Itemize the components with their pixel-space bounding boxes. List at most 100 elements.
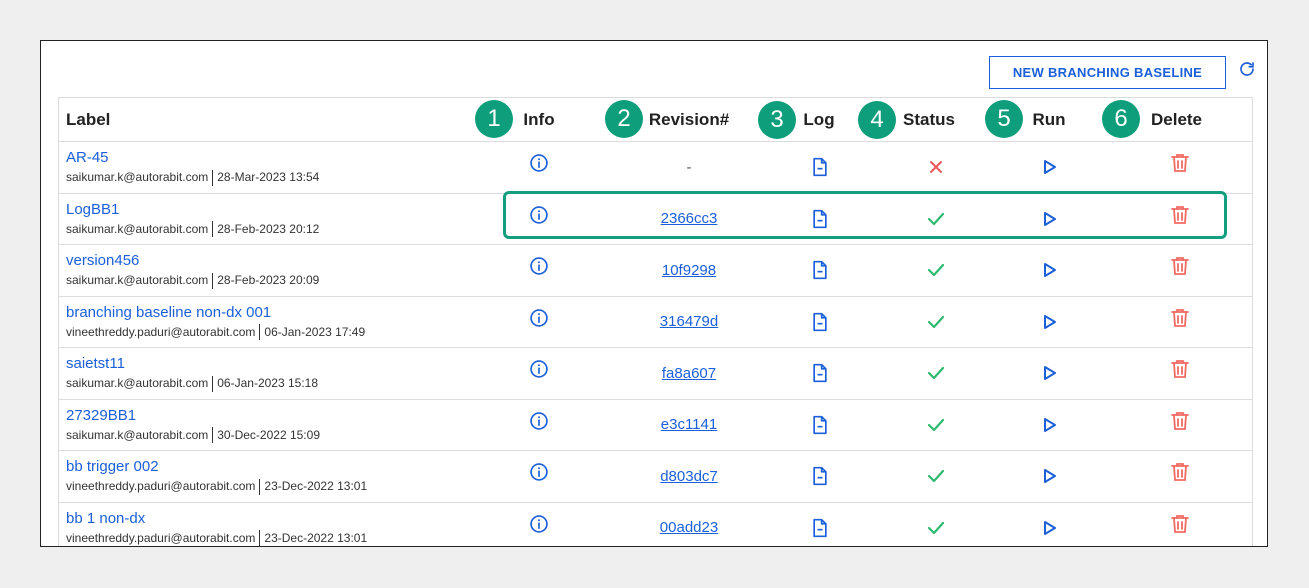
revision-link[interactable]: fa8a607 [662, 365, 716, 382]
column-header-label[interactable]: Label [66, 98, 266, 142]
meta-divider [212, 427, 214, 444]
label-cell: bb trigger 002 vineethreddy.paduri@autor… [66, 458, 367, 495]
info-icon[interactable] [519, 138, 559, 189]
info-icon[interactable] [519, 396, 559, 447]
meta-divider [259, 324, 261, 341]
revision-link[interactable]: 316479d [660, 313, 718, 330]
run-play-icon[interactable] [1037, 451, 1063, 502]
baseline-label-link[interactable]: AR-45 [66, 149, 319, 167]
revision-cell: d803dc7 [639, 451, 739, 502]
meta-divider [212, 272, 214, 289]
status-cell [921, 400, 951, 451]
baselines-table: Label Info Revision# Log Status Run Dele… [58, 97, 1253, 547]
baseline-meta: vineethreddy.paduri@autorabit.com 06-Jan-… [66, 323, 365, 341]
delete-trash-icon[interactable] [1167, 499, 1193, 547]
run-play-icon[interactable] [1037, 400, 1063, 451]
log-file-icon[interactable] [807, 142, 833, 193]
log-file-icon[interactable] [807, 297, 833, 348]
label-cell: saietst11 saikumar.k@autorabit.com 06-Jan… [66, 355, 318, 392]
delete-trash-icon[interactable] [1167, 190, 1193, 241]
baseline-label-link[interactable]: saietst11 [66, 355, 318, 373]
run-play-icon[interactable] [1037, 142, 1063, 193]
table-row: LogBB1 saikumar.k@autorabit.com 28-Feb-20… [59, 194, 1252, 245]
success-check-icon [927, 521, 945, 535]
info-icon[interactable] [519, 190, 559, 241]
log-file-icon[interactable] [807, 348, 833, 399]
baseline-date: 06-Jan-2023 15:18 [217, 376, 318, 390]
column-header-status: Status [903, 110, 955, 129]
run-play-icon[interactable] [1037, 503, 1063, 547]
callout-badge-3: 3 [758, 101, 796, 139]
meta-divider [259, 478, 261, 495]
baseline-meta: saikumar.k@autorabit.com 06-Jan-2023 15:1… [66, 374, 318, 392]
success-check-icon [927, 418, 945, 432]
baseline-meta: vineethreddy.paduri@autorabit.com 23-Dec-… [66, 477, 367, 495]
delete-trash-icon[interactable] [1167, 138, 1193, 189]
baseline-label-link[interactable]: LogBB1 [66, 201, 319, 219]
baseline-label-link[interactable]: 27329BB1 [66, 407, 320, 425]
status-cell [921, 503, 951, 547]
meta-divider [212, 375, 214, 392]
label-cell: version456 saikumar.k@autorabit.com 28-Fe… [66, 252, 319, 289]
baseline-label-link[interactable]: bb 1 non-dx [66, 510, 367, 528]
revision-cell: 00add23 [639, 503, 739, 547]
baseline-panel: NEW BRANCHING BASELINE Label Info Revisi… [40, 40, 1268, 547]
baseline-label-link[interactable]: bb trigger 002 [66, 458, 367, 476]
meta-divider [212, 169, 214, 186]
success-check-icon [927, 366, 945, 380]
baseline-date: 28-Feb-2023 20:12 [217, 221, 320, 236]
column-header-run: Run [1032, 110, 1066, 129]
revision-link[interactable]: 10f9298 [662, 262, 716, 279]
revision-link[interactable]: 2366cc3 [661, 210, 718, 227]
log-file-icon[interactable] [807, 400, 833, 451]
table-row: saietst11 saikumar.k@autorabit.com 06-Jan… [59, 348, 1252, 400]
log-file-icon[interactable] [807, 451, 833, 502]
delete-trash-icon[interactable] [1167, 293, 1193, 344]
status-cell [921, 194, 951, 245]
column-header-log: Log [803, 110, 835, 129]
revision-link[interactable]: e3c1141 [661, 416, 717, 433]
new-branching-baseline-button[interactable]: NEW BRANCHING BASELINE [989, 56, 1226, 89]
baseline-label-link[interactable]: branching baseline non-dx 001 [66, 304, 365, 322]
delete-trash-icon[interactable] [1167, 396, 1193, 447]
run-play-icon[interactable] [1037, 348, 1063, 399]
log-file-icon[interactable] [807, 503, 833, 547]
refresh-icon[interactable] [1235, 57, 1259, 81]
delete-trash-icon[interactable] [1167, 241, 1193, 292]
delete-trash-icon[interactable] [1167, 344, 1193, 395]
baseline-date: 06-Jan-2023 17:49 [264, 324, 366, 339]
log-file-icon[interactable] [807, 194, 833, 245]
log-file-icon[interactable] [807, 245, 833, 296]
info-icon[interactable] [519, 499, 559, 547]
baseline-label-link[interactable]: version456 [66, 252, 319, 270]
info-icon[interactable] [519, 241, 559, 292]
table-header: Label Info Revision# Log Status Run Dele… [59, 98, 1252, 142]
run-play-icon[interactable] [1037, 245, 1063, 296]
column-header-delete: Delete [1150, 110, 1203, 129]
baseline-user: saikumar.k@autorabit.com [66, 273, 209, 287]
run-play-icon[interactable] [1037, 297, 1063, 348]
info-icon[interactable] [519, 293, 559, 344]
revision-cell: 316479d [639, 297, 739, 348]
status-cell [921, 451, 951, 502]
info-icon[interactable] [519, 344, 559, 395]
status-cell [921, 297, 951, 348]
revision-link[interactable]: d803dc7 [660, 468, 718, 485]
meta-divider [259, 530, 261, 546]
delete-trash-icon[interactable] [1167, 447, 1193, 498]
callout-badge-1: 1 [475, 100, 513, 138]
baseline-meta: saikumar.k@autorabit.com 28-Mar-2023 13:5… [66, 168, 319, 186]
callout-badge-5: 5 [985, 100, 1023, 138]
label-cell: LogBB1 saikumar.k@autorabit.com 28-Feb-20… [66, 201, 319, 238]
label-cell: 27329BB1 saikumar.k@autorabit.com 30-Dec-… [66, 407, 320, 444]
revision-cell: - [639, 142, 739, 193]
baseline-date: 30-Dec-2022 15:09 [217, 427, 320, 442]
table-row: bb trigger 002 vineethreddy.paduri@autor… [59, 451, 1252, 503]
baseline-date: 23-Dec-2022 13:01 [264, 530, 368, 545]
revision-cell: fa8a607 [639, 348, 739, 399]
baseline-user: saikumar.k@autorabit.com [66, 221, 209, 236]
failed-x-icon [929, 160, 943, 174]
run-play-icon[interactable] [1037, 194, 1063, 245]
revision-link[interactable]: 00add23 [660, 519, 718, 536]
info-icon[interactable] [519, 447, 559, 498]
